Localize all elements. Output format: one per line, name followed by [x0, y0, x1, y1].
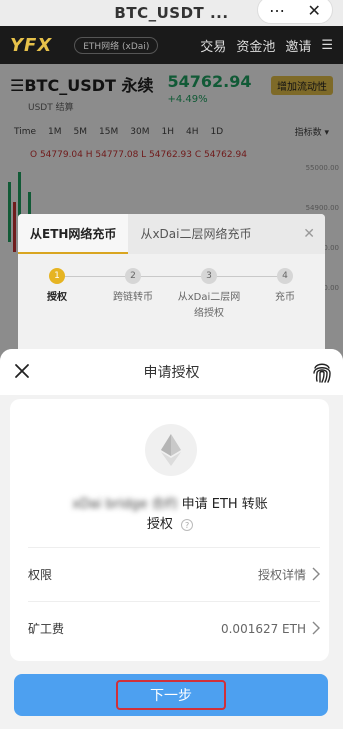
authorization-request-text: xDai bridge 合约 申请 ETH 转账 授权 ? — [30, 495, 310, 535]
ellipsis-icon[interactable]: ⋯ — [269, 1, 285, 20]
authorization-card: xDai bridge 合约 申请 ETH 转账 授权 ? 权限 授权详情 矿工… — [10, 399, 329, 661]
step-deposit: 4 充币 — [250, 268, 320, 306]
tab-eth-deposit[interactable]: 从ETH网络充币 — [18, 214, 129, 254]
step-bridge: 2 跨链转币 — [98, 268, 168, 306]
logo: YFX — [10, 34, 53, 56]
request-action: 申请 ETH 转账 — [181, 497, 268, 512]
gas-fee-value: 0.001627 ETH — [220, 621, 306, 636]
browser-capsule: ⋯ ✕ — [257, 0, 333, 24]
deposit-steps: 1 授权 2 跨链转币 3 从xDai二层网络授权 4 充币 — [18, 254, 325, 364]
step-xdai-authorize: 3 从xDai二层网络授权 — [173, 268, 245, 322]
permission-value: 授权详情 — [257, 568, 306, 582]
request-line2: 授权 — [146, 517, 173, 532]
hamburger-icon[interactable]: ☰ — [321, 38, 333, 53]
sheet-title: 申请授权 — [143, 365, 200, 381]
nav-link-trade[interactable]: 交易 — [200, 36, 226, 55]
tab-xdai-deposit[interactable]: 从xDai二层网络充币 — [128, 214, 263, 254]
nav-link-invite[interactable]: 邀请 — [285, 36, 311, 55]
deposit-modal: 从ETH网络充币 从xDai二层网络充币 ✕ 1 授权 2 跨链转币 3 从xD… — [18, 214, 325, 364]
step-authorize: 1 授权 — [22, 268, 92, 306]
gas-fee-row[interactable]: 矿工费 0.001627 ETH — [28, 601, 320, 655]
close-icon[interactable] — [12, 361, 32, 381]
contract-address: xDai bridge 合约 — [72, 497, 178, 512]
permission-row[interactable]: 权限 授权详情 — [28, 547, 320, 601]
ethereum-icon — [145, 424, 197, 476]
chevron-right-icon — [312, 567, 320, 581]
deposit-tabs: 从ETH网络充币 从xDai二层网络充币 ✕ — [18, 214, 325, 254]
browser-bar: BTC_USDT ... ⋯ ✕ — [0, 0, 343, 26]
gas-fee-label: 矿工费 — [28, 622, 65, 636]
close-icon[interactable]: ✕ — [307, 1, 320, 20]
browser-title: BTC_USDT ... — [114, 4, 229, 22]
close-icon[interactable]: ✕ — [303, 226, 315, 242]
nav-link-pool[interactable]: 资金池 — [236, 36, 275, 55]
help-icon[interactable]: ? — [181, 518, 194, 531]
chevron-right-icon — [312, 621, 320, 635]
sheet-header: 申请授权 — [0, 349, 343, 395]
top-nav: YFX ETH网络 (xDai) 交易 资金池 邀请 ☰ — [0, 26, 343, 64]
fingerprint-icon[interactable] — [311, 360, 333, 384]
authorization-sheet: 申请授权 xDai bridge 合约 申请 ETH 转账 授权 ? 权限 授权… — [0, 349, 343, 729]
permission-label: 权限 — [28, 568, 53, 582]
network-chip[interactable]: ETH网络 (xDai) — [74, 36, 159, 54]
next-button-label: 下一步 — [116, 680, 226, 710]
next-button[interactable]: 下一步 — [14, 674, 328, 716]
nav-links: 交易 资金池 邀请 ☰ — [200, 36, 333, 55]
